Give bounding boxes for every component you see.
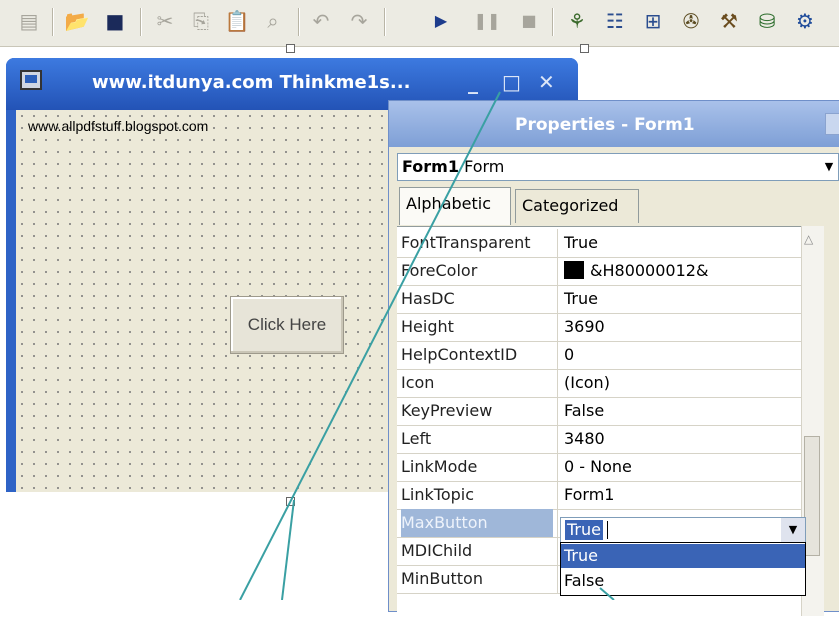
text-caret: [607, 521, 608, 539]
scroll-thumb[interactable]: [804, 436, 820, 556]
property-row[interactable]: FontTransparent True: [397, 229, 821, 258]
value-dropdown-list: True False: [560, 542, 806, 596]
property-row[interactable]: Left 3480: [397, 425, 821, 454]
component-manager-icon[interactable]: ⚙: [790, 6, 820, 36]
property-value[interactable]: Form1: [557, 481, 817, 509]
property-row[interactable]: HelpContextID 0: [397, 341, 821, 370]
property-name: FontTransparent: [401, 233, 531, 252]
property-row[interactable]: LinkMode 0 - None: [397, 453, 821, 482]
property-name: HasDC: [401, 289, 455, 308]
property-row[interactable]: KeyPreview False: [397, 397, 821, 426]
tab-alphabetic[interactable]: Alphabetic: [399, 187, 511, 225]
copy-icon[interactable]: ⎘: [186, 6, 216, 36]
property-row[interactable]: ForeColor &H80000012&: [397, 257, 821, 286]
object-name: Form1: [402, 157, 459, 176]
end-icon[interactable]: ■: [514, 6, 544, 36]
paste-icon[interactable]: 📋: [222, 6, 252, 36]
property-value[interactable]: (Icon): [557, 369, 817, 397]
minimize-icon[interactable]: _: [468, 70, 478, 94]
property-value[interactable]: &H80000012&: [557, 257, 817, 285]
form-title: www.itdunya.com Thinkme1s...: [92, 72, 411, 93]
toolbar-separator: [52, 8, 54, 36]
property-row[interactable]: LinkTopic Form1: [397, 481, 821, 510]
property-name: LinkMode: [401, 457, 478, 476]
form-icon: [20, 70, 42, 90]
save-project-icon[interactable]: ■: [100, 6, 130, 36]
resize-handle[interactable]: [286, 497, 295, 506]
click-here-button[interactable]: Click Here: [230, 296, 344, 354]
dropdown-option-true[interactable]: True: [561, 544, 805, 568]
property-name: ForeColor: [401, 261, 478, 280]
property-value[interactable]: 3480: [557, 425, 817, 453]
object-browser-icon[interactable]: ✇: [676, 6, 706, 36]
properties-title: Properties - Form1: [515, 115, 695, 135]
editor-value: True: [565, 520, 603, 540]
property-name: Left: [401, 429, 432, 448]
property-value[interactable]: 0 - None: [557, 453, 817, 481]
form-layout-icon[interactable]: ⊞: [638, 6, 668, 36]
property-name: MinButton: [401, 569, 483, 588]
property-row[interactable]: Height 3690: [397, 313, 821, 342]
properties-title-bar[interactable]: Properties - Form1: [389, 101, 839, 147]
dropdown-option-false[interactable]: False: [561, 569, 805, 593]
undo-icon[interactable]: ↶: [306, 6, 336, 36]
property-name: MaxButton: [401, 509, 553, 537]
property-row[interactable]: Icon (Icon): [397, 369, 821, 398]
pointer-line: [281, 499, 295, 600]
menu-editor-icon[interactable]: ▤: [14, 6, 44, 36]
start-icon[interactable]: ▶: [426, 6, 456, 36]
tab-categorized[interactable]: Categorized: [515, 189, 639, 223]
property-row[interactable]: HasDC True: [397, 285, 821, 314]
forecolor-value: &H80000012&: [590, 261, 709, 280]
object-type: Form: [464, 157, 505, 176]
maxbutton-value-editor[interactable]: True ▼: [560, 517, 806, 543]
property-name: Icon: [401, 373, 435, 392]
chevron-down-icon[interactable]: ▼: [820, 154, 838, 180]
resize-handle[interactable]: [580, 44, 589, 53]
object-selector[interactable]: Form1 Form ▼: [397, 153, 839, 181]
find-icon[interactable]: ⌕: [258, 6, 288, 36]
toolbar-separator: [140, 8, 142, 36]
property-value[interactable]: 3690: [557, 313, 817, 341]
toolbar-separator: [552, 8, 554, 36]
property-value[interactable]: True: [557, 285, 817, 313]
property-name: KeyPreview: [401, 401, 493, 420]
property-value[interactable]: True: [557, 229, 817, 257]
toolbar-separator: [384, 8, 386, 36]
toolbar-separator: [298, 8, 300, 36]
property-name: HelpContextID: [401, 345, 518, 364]
form-label-control[interactable]: www.allpdfstuff.blogspot.com: [28, 118, 208, 134]
open-project-icon[interactable]: 📂: [62, 6, 92, 36]
redo-icon[interactable]: ↷: [344, 6, 374, 36]
standard-toolbar: ▤ 📂 ■ ✂ ⎘ 📋 ⌕ ↶ ↷ ▶ ❚❚ ■ ⚘ ☷ ⊞ ✇ ⚒ ⛁ ⚙: [0, 0, 839, 47]
color-swatch: [564, 261, 584, 279]
property-name: MDIChild: [401, 541, 473, 560]
property-name: Height: [401, 317, 454, 336]
chevron-down-icon[interactable]: ▼: [781, 518, 805, 542]
maximize-icon[interactable]: □: [502, 70, 521, 94]
scroll-up-icon[interactable]: △: [804, 232, 813, 246]
toolbox-icon[interactable]: ⚒: [714, 6, 744, 36]
property-value[interactable]: 0: [557, 341, 817, 369]
properties-window-icon[interactable]: ☷: [600, 6, 630, 36]
property-value[interactable]: False: [557, 397, 817, 425]
properties-close-icon[interactable]: [825, 113, 839, 135]
cut-icon[interactable]: ✂: [150, 6, 180, 36]
project-explorer-icon[interactable]: ⚘: [562, 6, 592, 36]
data-view-icon[interactable]: ⛁: [752, 6, 782, 36]
close-icon[interactable]: ✕: [538, 70, 555, 94]
break-icon[interactable]: ❚❚: [472, 6, 502, 36]
resize-handle[interactable]: [286, 44, 295, 53]
property-name: LinkTopic: [401, 485, 475, 504]
